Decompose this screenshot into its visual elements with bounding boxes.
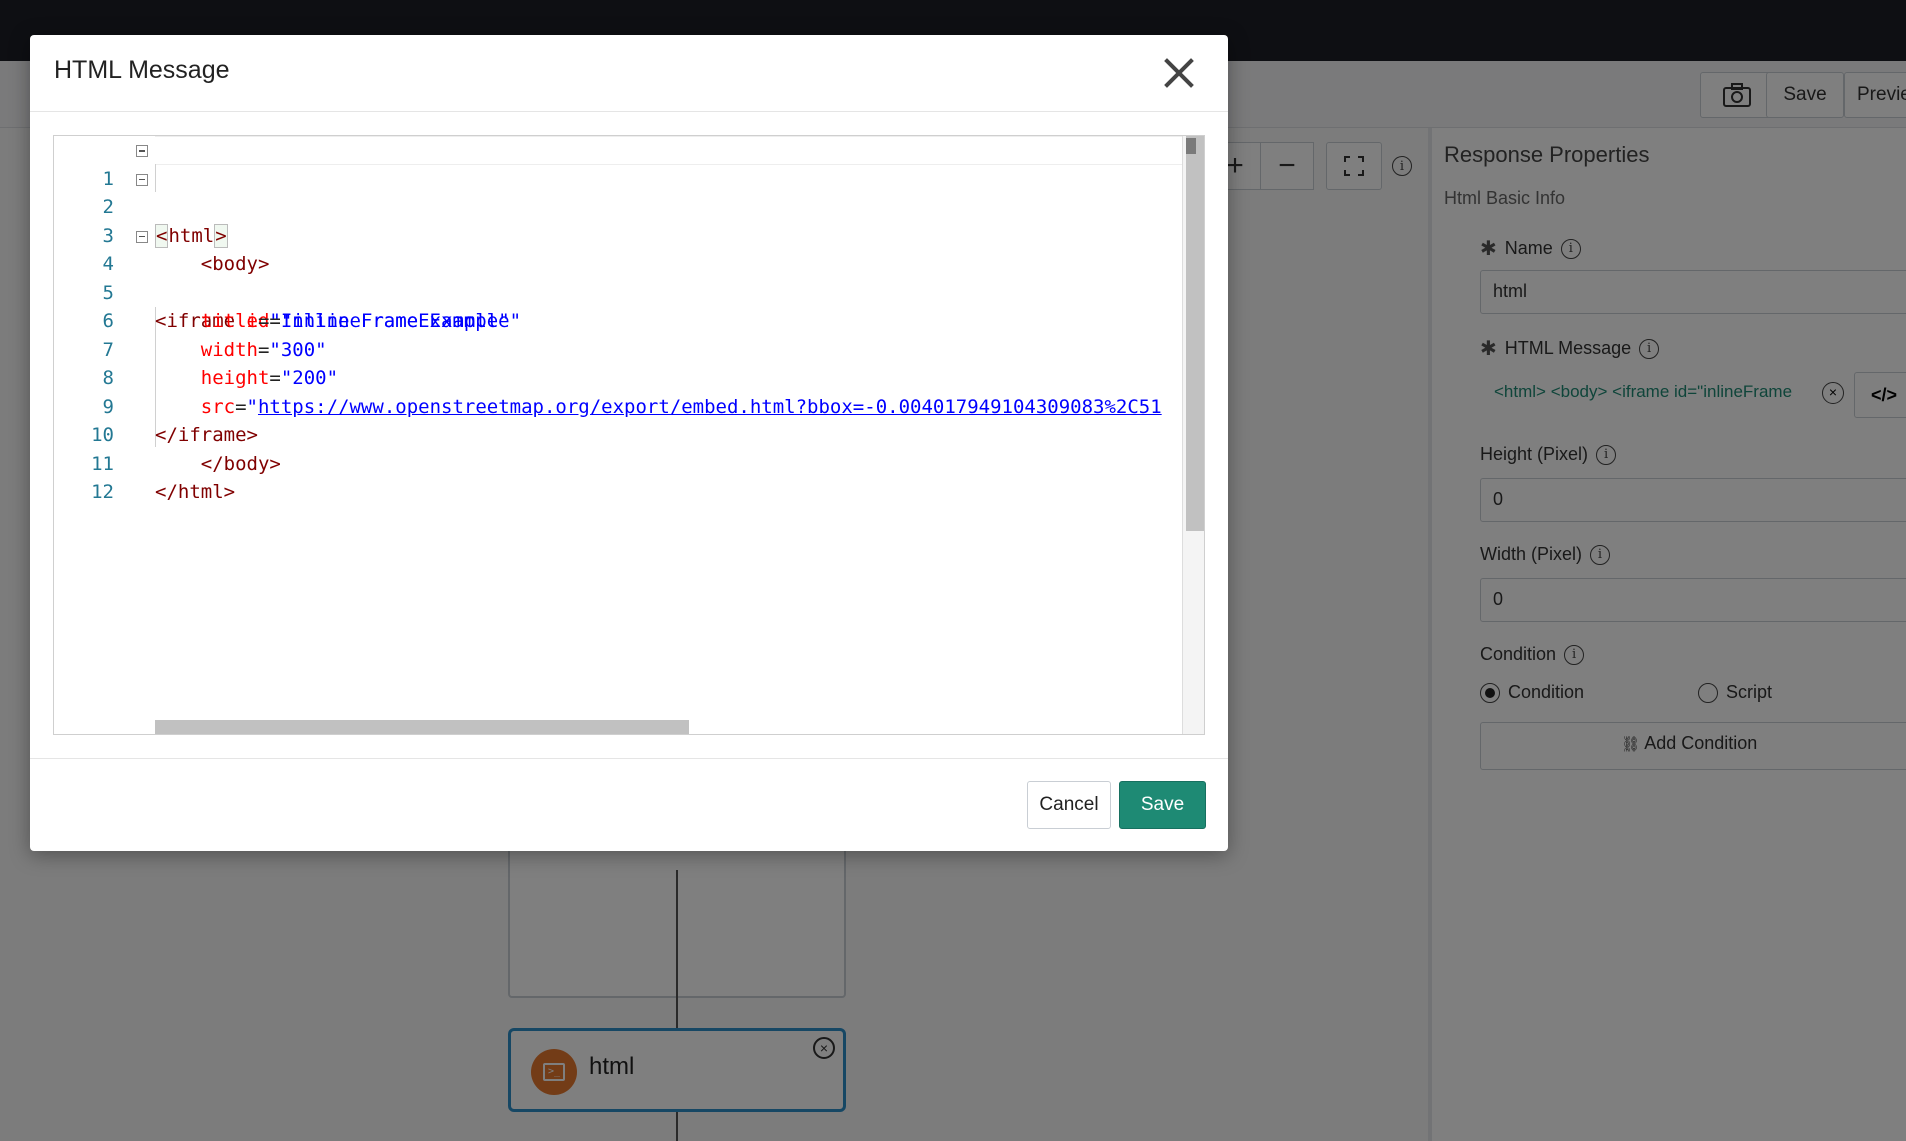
cancel-button[interactable]: Cancel — [1027, 781, 1111, 829]
vertical-scrollbar[interactable] — [1182, 136, 1204, 734]
dialog-title: HTML Message — [54, 56, 230, 84]
dialog-header: HTML Message — [30, 35, 1228, 112]
html-message-dialog: HTML Message 1 <html> 2 <body> 3 4 <ifra… — [30, 35, 1228, 851]
horizontal-scrollbar[interactable] — [155, 720, 689, 734]
fold-toggle-icon[interactable] — [136, 145, 148, 157]
close-icon[interactable] — [1156, 50, 1202, 96]
code-line[interactable]: </html> — [155, 478, 235, 507]
save-button[interactable]: Save — [1119, 781, 1206, 829]
fold-toggle-icon[interactable] — [136, 173, 148, 186]
dialog-footer: Cancel Save — [30, 758, 1228, 851]
line-number: 12 — [91, 481, 114, 503]
code-editor[interactable]: 1 <html> 2 <body> 3 4 <iframe id="inline… — [53, 135, 1205, 735]
fold-toggle-icon[interactable] — [136, 230, 148, 243]
